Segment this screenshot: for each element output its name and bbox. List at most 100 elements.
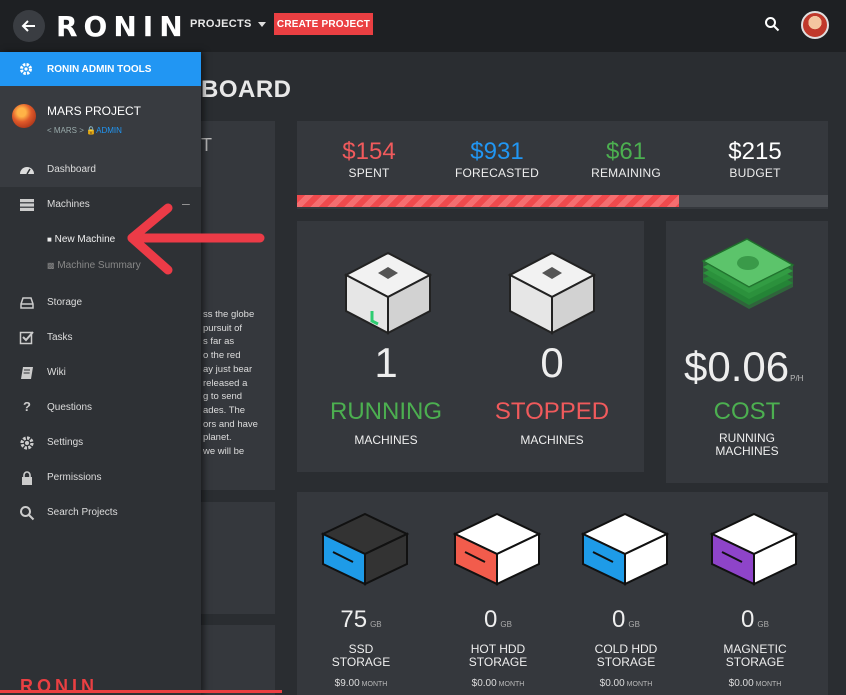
budget-progress-bar [297,195,828,207]
ssd-price: $9.00 MONTH [334,678,388,689]
hot-hdd-drive-icon [452,512,542,586]
storage-card: 75 GB SSD STORAGE $9.00 MONTH 0 GB HOT HDD ST… [297,492,828,695]
question-icon: ? [23,399,31,414]
gear-icon [20,63,32,75]
magnetic-price: $0.00 MONTH [728,678,782,689]
ssd-label: SSD STORAGE [331,642,391,669]
book-icon [21,367,33,379]
magnetic-drive-icon [709,512,799,586]
ssd-drive-icon [320,512,410,586]
budget-progress-fill [297,195,680,207]
cube-icon: ■ [47,235,52,244]
spent-value: $154 [342,138,396,165]
sidebar-item-label: Search Projects [47,507,118,518]
ronin-logo[interactable]: RONIN [56,10,189,43]
sidebar-item-storage[interactable]: Storage [0,285,201,320]
annotation-arrow-icon [127,203,265,275]
search-icon [20,506,35,521]
forecasted-label: FORECASTED [454,166,539,180]
cold-hdd-label: COLD HDD STORAGE [594,642,658,669]
magnetic-amount: 0 GB [741,606,769,633]
sidebar-item-label: Questions [47,402,93,413]
forecasted-stat: $931 FORECASTED [437,138,557,181]
side-card [193,502,275,614]
cold-hdd-price: $0.00 MONTH [599,678,653,689]
running-count: 1 [374,339,398,386]
sidebar-item-search-projects[interactable]: Search Projects [0,495,201,530]
mars-avatar [12,104,36,128]
machines-card: 1 RUNNING MACHINES 0 STOPPED MACHINES [297,221,644,472]
search-button[interactable] [764,16,780,37]
cost-card: $0.06P/H COST RUNNING MACHINES [666,221,828,483]
create-project-button[interactable]: CREATE PROJECT [274,13,373,35]
sidebar-item-dashboard[interactable]: Dashboard [0,152,201,187]
cubes-icon: ▩ [47,261,55,270]
sidebar-item-label: Settings [47,437,84,448]
server-box-icon [507,251,597,335]
side-card [193,625,275,695]
dashboard-icon [20,167,34,175]
projects-dropdown[interactable]: PROJECTS [190,18,266,30]
arrow-left-icon [21,20,35,32]
cost-unit: P/H [790,374,804,383]
running-status: RUNNING [330,398,442,425]
spent-stat: $154 SPENT [309,138,429,181]
money-stack-icon [701,238,795,309]
cost-status: COST [713,398,781,425]
magnetic-label: MAGNETIC STORAGE [723,642,787,669]
sidebar-item-wiki[interactable]: Wiki [0,355,201,390]
sidebar-drawer: RONIN ADMIN TOOLS MARS PROJECT < MARS > … [0,52,201,695]
sidebar-item-questions[interactable]: ? Questions [0,390,201,425]
sidebar-item-permissions[interactable]: Permissions [0,460,201,495]
budget-value: $215 [728,138,782,165]
sidebar-item-settings[interactable]: Settings [0,425,201,460]
admin-tools-button[interactable]: RONIN ADMIN TOOLS [0,52,201,86]
project-header[interactable]: MARS PROJECT < MARS > 🔒ADMIN [0,86,201,152]
remaining-stat: $61 REMAINING [566,138,686,181]
hot-hdd-label: HOT HDD STORAGE [468,642,528,669]
spent-label: SPENT [348,166,390,180]
sidebar-item-tasks[interactable]: Tasks [0,320,201,355]
top-bar: RONIN PROJECTS CREATE PROJECT [0,0,846,52]
sidebar-item-label: Machines [47,199,90,210]
sidebar-item-label: Dashboard [47,164,96,175]
sidebar-item-label: Tasks [47,332,73,343]
remaining-label: REMAINING [591,166,661,180]
intro-card: T ss the globe pursuit of s far as o the… [193,121,275,490]
ssd-amount: 75 GB [340,606,382,633]
submenu-new-machine[interactable]: ■ New Machine [47,234,115,245]
project-breadcrumb: < MARS > 🔒ADMIN [47,126,122,135]
cold-hdd-drive-icon [580,512,670,586]
running-label: MACHINES [354,433,418,447]
server-icon [20,199,34,211]
caret-down-icon [257,21,266,27]
budget-stat: $215 BUDGET [695,138,815,181]
cost-label: RUNNING MACHINES [715,431,779,458]
gear-icon [20,436,34,450]
cold-hdd-amount: 0 GB [612,606,640,633]
stopped-count: 0 [540,339,564,386]
stopped-label: MACHINES [520,433,584,447]
projects-label: PROJECTS [190,18,252,30]
project-name: MARS PROJECT [47,104,142,118]
forecasted-value: $931 [470,138,524,165]
cost-value: $0.06P/H [684,343,804,390]
budget-label: BUDGET [729,166,781,180]
lock-icon [22,471,32,485]
sidebar-item-label: Permissions [47,472,102,483]
footer-accent-line [0,690,282,693]
hot-hdd-amount: 0 GB [484,606,512,633]
server-box-icon [343,251,433,335]
user-avatar[interactable] [801,11,829,39]
stopped-status: STOPPED [494,398,610,425]
remaining-value: $61 [605,138,647,165]
hot-hdd-price: $0.00 MONTH [471,678,525,689]
checkbox-icon [19,331,34,345]
sidebar-item-label: Storage [47,297,83,308]
admin-tools-label: RONIN ADMIN TOOLS [47,64,152,75]
lock-icon: 🔒 [86,126,97,135]
budget-card: $154 SPENT $931 FORECASTED $61 REMAINING… [297,121,828,209]
hard-drive-icon [20,297,34,309]
back-button[interactable] [13,10,45,42]
page-title: BOARD [201,76,292,103]
